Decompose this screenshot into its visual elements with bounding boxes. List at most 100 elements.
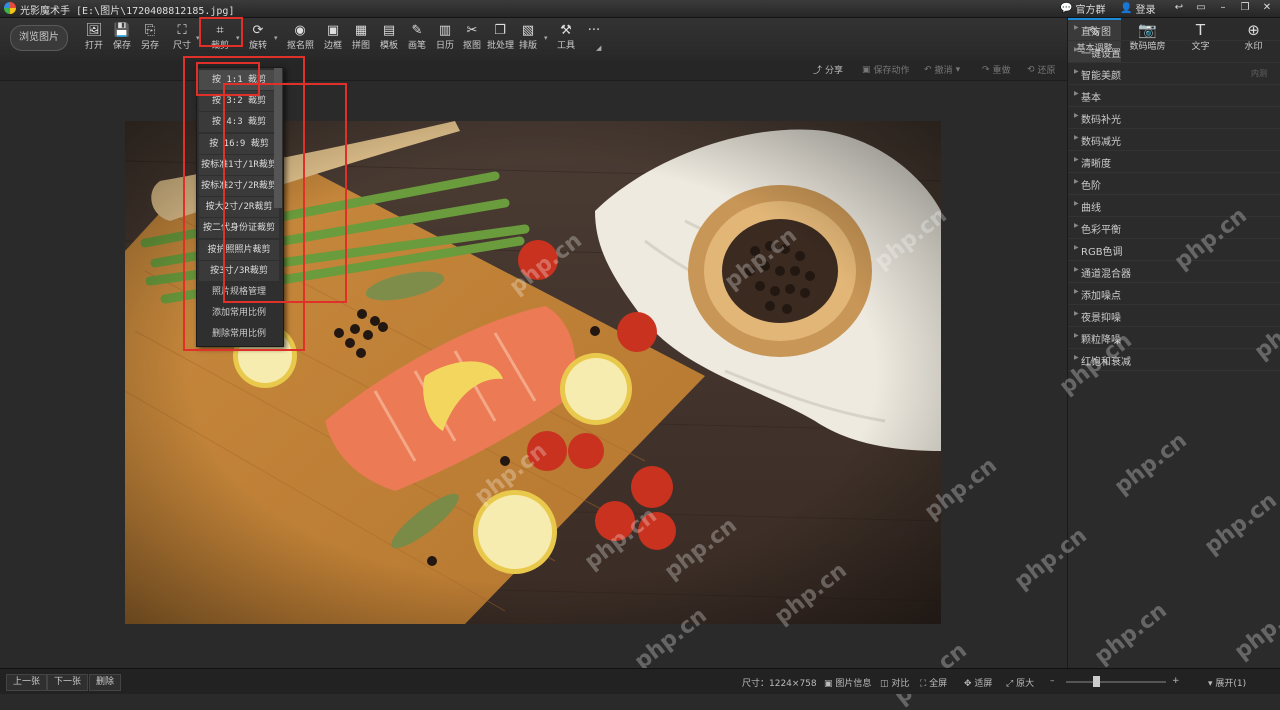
tool-batch-button[interactable]: ❐ 批处理 [487,22,515,56]
tool-label: 抠名照 [287,41,315,51]
adjust-item[interactable]: ▶ 一键设置 [1068,40,1280,63]
zoom-slider-track[interactable] [1066,681,1166,683]
adjust-item[interactable]: ▶ 清晰度 [1068,150,1280,173]
tool-brush-button[interactable]: ✎ 画笔 [404,22,430,56]
tool-label: 批处理 [487,41,515,51]
tool-label: 模板 [379,41,398,51]
more-icon: ··· [587,23,601,38]
tool-label: 日历 [435,41,454,51]
tool-tools-button[interactable]: ⚒ 工具 [553,22,579,56]
fullscreen-icon: ⛶ [920,679,930,689]
delete-image-button[interactable]: 删除 [89,674,122,691]
adjust-item[interactable]: ▶ 基本 [1068,84,1280,107]
calendar-icon: ▥ [438,23,452,38]
tool-cutout-button[interactable]: ✂ 抠图 [459,22,485,56]
original-size-button[interactable]: ⤢ 原大 [1006,676,1034,689]
login-link[interactable]: 👤 登录 [1120,0,1155,17]
app-logo-icon [4,2,16,14]
layout-dropdown-arrow-icon[interactable]: ▾ [544,34,548,42]
save-action-icon: ▣ [862,64,871,75]
share-icon: ⤴ [813,66,823,76]
crop-tool-highlight [199,17,243,47]
adjust-item[interactable]: ▶ 直方图 [1068,18,1280,41]
chevron-right-icon: ▶ [1074,222,1079,229]
tool-calendar-button[interactable]: ▥ 日历 [432,22,458,56]
save-action-button[interactable]: ▣ 保存动作 [862,63,910,77]
adjust-item[interactable]: ▶ 数码补光 [1068,106,1280,129]
tool-label: 排版 [518,41,537,51]
fit-screen-button[interactable]: ✥ 适屏 [964,676,992,689]
restore-button[interactable]: ❐ [1235,1,1255,16]
zoom-in-button[interactable]: + [1172,676,1180,686]
tool-label: 保存 [112,41,131,51]
share-button[interactable]: ⤴ 分享 [813,63,843,76]
fullscreen-button[interactable]: ⛶ 全屏 [920,676,947,689]
prev-image-button[interactable]: 上一张 [6,674,48,691]
collage-icon: ▦ [354,23,368,38]
status-bar: 上一张 下一张 删除 尺寸：1224×758 ▣ 图片信息 ◫ 对比 ⛶ 全屏 … [0,668,1280,694]
adjust-item-label: 夜景抑噪 [1081,313,1121,324]
adjust-item[interactable]: ▶ 通道混合器 [1068,260,1280,283]
menu-button[interactable]: ▭ [1191,1,1211,16]
adjust-item[interactable]: ▶ 数码减光 [1068,128,1280,151]
file-path: [E:\图片\1720408812185.jpg] [76,6,235,17]
main-toolbar: 浏览图片 🖼 打开 💾 保存 ⎘ 另存 ⛶ 尺寸 ⌗ 裁剪 ⟳ 旋转 ◉ 抠名照 ▣ 边框 ▦ 拼图 ▤ 模板 ✎ 画笔 ▥… [0,18,1067,60]
tool-id-photo-button[interactable]: ◉ 抠名照 [287,22,315,56]
beta-badge: 内测 [1251,69,1267,78]
adjust-item-label: 基本 [1081,93,1101,104]
tool-border-button[interactable]: ▣ 边框 [320,22,346,56]
adjust-item[interactable]: ▶ 曲线 [1068,194,1280,217]
chevron-right-icon: ▶ [1074,288,1079,295]
adjust-item-label: 清晰度 [1081,159,1111,170]
user-icon: 👤 [1120,3,1133,14]
adjust-item-label: 通道混合器 [1081,269,1131,280]
chevron-right-icon: ▶ [1074,354,1079,361]
adjust-item-label: 直方图 [1081,27,1111,38]
image-info-button[interactable]: ▣ 图片信息 [824,676,871,689]
tool-resize-button[interactable]: ⛶ 尺寸 [169,22,195,56]
tool-label: 旋转 [248,41,267,51]
restore-original-button[interactable]: ⟲ 还原 [1027,63,1056,77]
tool-template-button[interactable]: ▤ 模板 [376,22,402,56]
rotate-icon: ⟳ [252,23,264,38]
chevron-down-icon[interactable]: ▾ [956,65,961,75]
chevron-right-icon: ▶ [1074,156,1079,163]
rotate-dropdown-arrow-icon[interactable]: ▾ [274,34,278,42]
chevron-right-icon: ▶ [1074,244,1079,251]
minimize-button[interactable]: – [1213,1,1233,16]
close-button[interactable]: ✕ [1257,1,1277,16]
adjust-item[interactable]: ▶ 色阶 [1068,172,1280,195]
zoom-out-button[interactable]: – [1050,676,1055,686]
adjust-item[interactable]: ▶ 添加噪点 [1068,282,1280,305]
adjust-item-label: 添加噪点 [1081,291,1121,302]
zoom-slider-handle[interactable] [1093,676,1100,687]
expand-filmstrip-button[interactable]: ▾ 展开(1) [1208,676,1246,689]
chevron-right-icon: ▶ [1074,24,1079,31]
adjust-item[interactable]: ▶ 夜景抑噪 [1068,304,1280,327]
chevron-right-icon: ▶ [1074,134,1079,141]
adjust-item[interactable]: ▶ 智能美颜 内测 [1068,62,1280,85]
tool-save-button[interactable]: 💾 保存 [109,22,135,56]
tool-rotate-button[interactable]: ⟳ 旋转 [245,22,271,56]
more-dropdown-arrow-icon[interactable]: ◢ [596,44,601,52]
compare-button[interactable]: ◫ 对比 [880,676,909,689]
tool-save-as-button[interactable]: ⎘ 另存 [137,22,163,56]
resize-icon: ⛶ [177,23,187,38]
compare-icon: ◫ [880,679,892,689]
undo-button[interactable]: ↶ 撤消 ▾ [924,63,961,77]
tool-more-button[interactable]: ··· [581,22,607,56]
browse-images-button[interactable]: 浏览图片 [10,25,68,51]
tool-open-button[interactable]: 🖼 打开 [81,22,107,56]
title-bar: 光影魔术手 [E:\图片\1720408812185.jpg] 💬 官方群 👤 登录… [0,0,1280,18]
next-image-button[interactable]: 下一张 [47,674,89,691]
tool-label: 拼图 [351,41,370,51]
tool-collage-button[interactable]: ▦ 拼图 [348,22,374,56]
group-chat-link[interactable]: 💬 官方群 [1060,0,1105,17]
tool-layout-button[interactable]: ▧ 排版 [515,22,541,56]
fit-icon: ✥ [964,679,975,689]
skin-button[interactable]: ↩ [1169,1,1189,16]
redo-button[interactable]: ↷ 重做 [982,63,1011,77]
original-size-icon: ⤢ [1006,679,1017,689]
adjust-item-label: 数码补光 [1081,115,1121,126]
save-as-icon: ⎘ [144,23,156,38]
